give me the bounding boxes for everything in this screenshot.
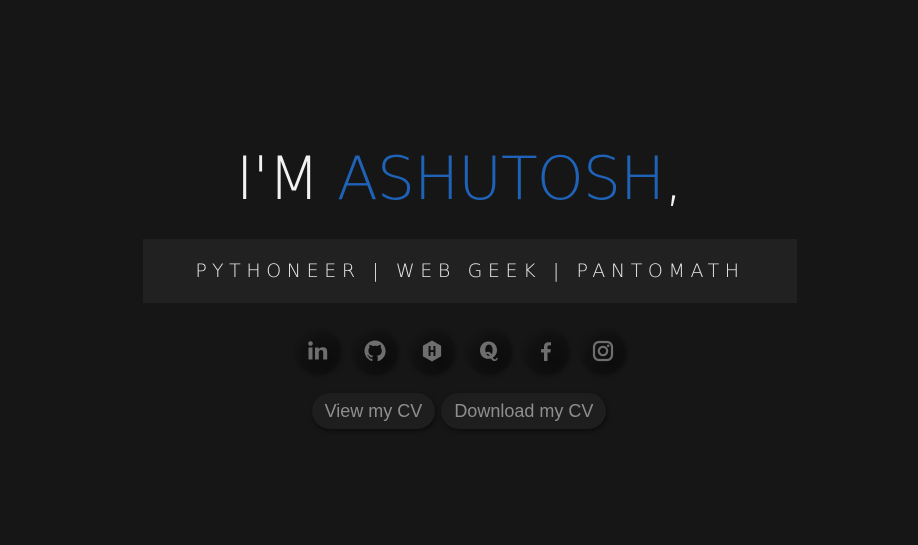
instagram-button[interactable] — [580, 329, 625, 373]
linkedin-button[interactable] — [295, 329, 340, 373]
view-cv-button[interactable]: View my CV — [311, 393, 436, 429]
hero-headline: I'M ASHUTOSH, — [0, 140, 918, 218]
download-cv-button[interactable]: Download my CV — [441, 393, 607, 429]
hackerrank-icon — [422, 340, 441, 362]
hackerrank-button[interactable] — [409, 329, 454, 373]
social-links — [1, 329, 918, 373]
quora-icon — [479, 341, 498, 361]
tagline: PYTHONEER | WEB GEEK | PANTOMATH — [195, 260, 745, 282]
instagram-icon — [592, 340, 613, 362]
facebook-icon — [540, 342, 551, 361]
linkedin-icon — [307, 341, 327, 360]
hero-name: ASHUTOSH — [336, 144, 665, 214]
greeting-prefix: I'M — [235, 144, 320, 214]
cv-buttons: View my CV Download my CV — [0, 393, 918, 429]
hero-section: I'M ASHUTOSH, PYTHONEER | WEB GEEK | PAN… — [0, 0, 918, 545]
greeting-suffix: , — [664, 144, 683, 214]
facebook-button[interactable] — [523, 329, 568, 373]
github-button[interactable] — [352, 329, 397, 373]
quora-button[interactable] — [466, 329, 511, 373]
tagline-box: PYTHONEER | WEB GEEK | PANTOMATH — [143, 239, 797, 303]
github-icon — [364, 340, 386, 362]
